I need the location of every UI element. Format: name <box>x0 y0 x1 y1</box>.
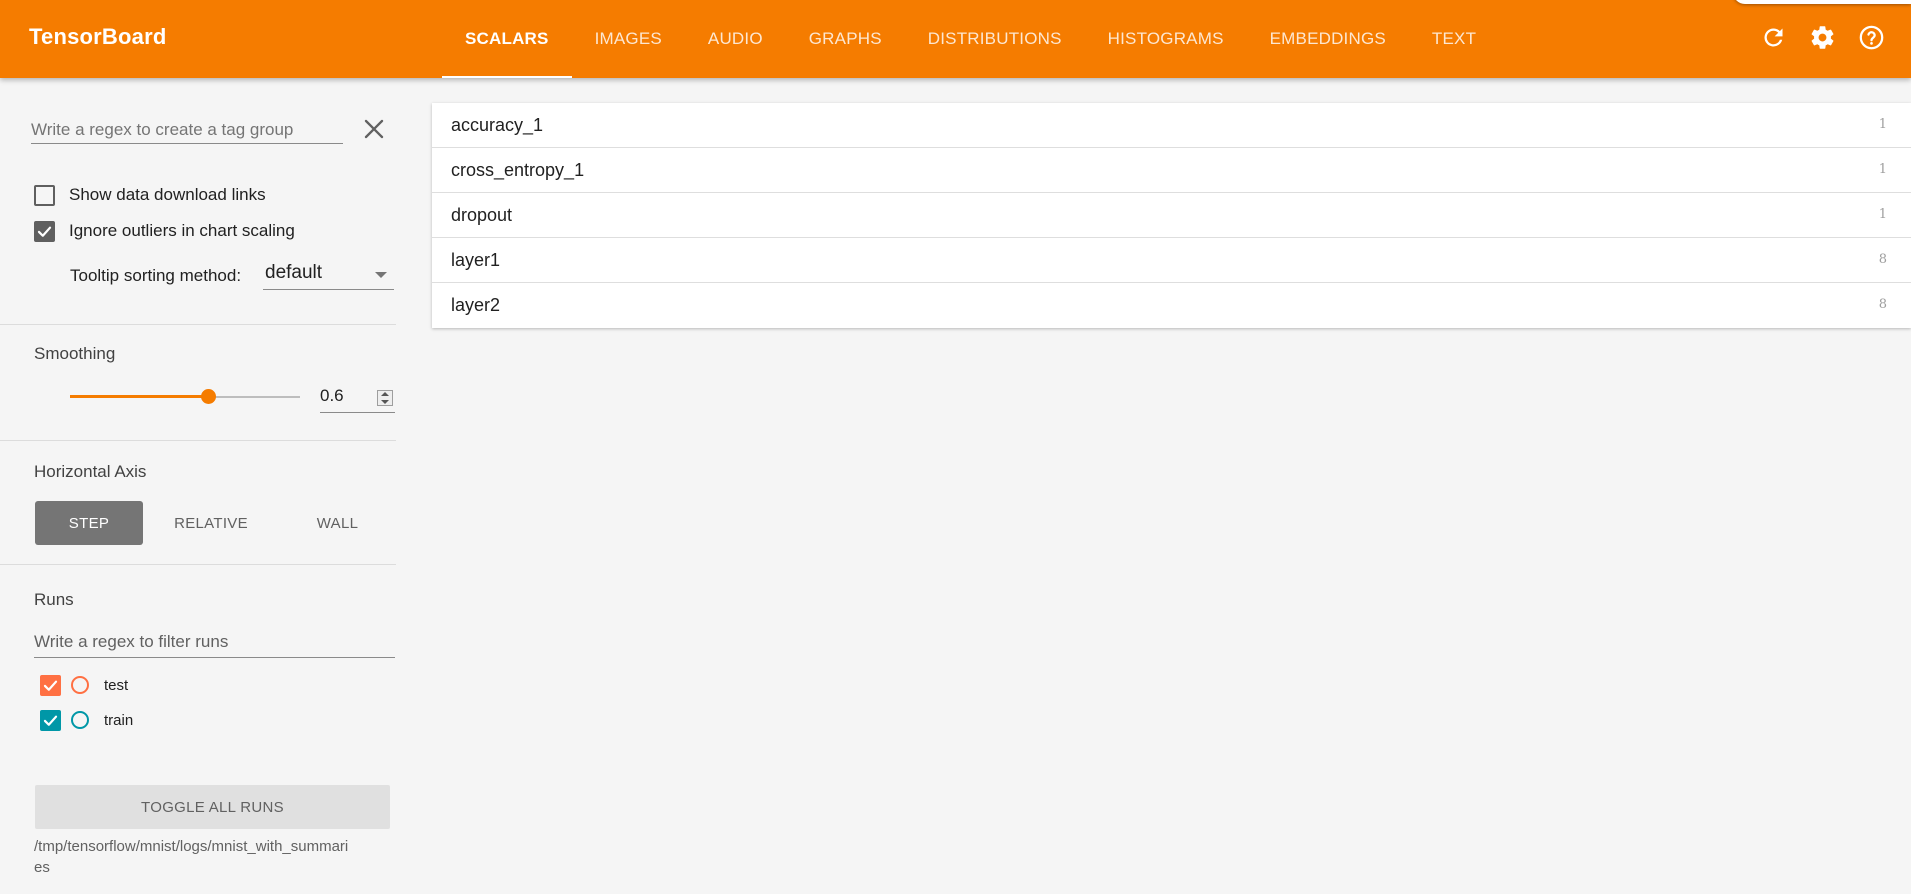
tab-label: HISTOGRAMS <box>1107 29 1224 48</box>
tab-audio[interactable]: AUDIO <box>685 0 786 78</box>
tag-group-name: accuracy_1 <box>451 115 544 135</box>
settings-icon <box>1811 25 1833 49</box>
refresh-button[interactable] <box>1758 22 1788 52</box>
tag-group-row[interactable]: dropout 1 <box>432 193 1911 238</box>
smoothing-slider[interactable] <box>70 385 300 409</box>
tab-label: AUDIO <box>707 29 763 48</box>
runs-title: Runs <box>34 590 74 609</box>
slider-fill <box>70 395 208 398</box>
tag-group-count: 8 <box>1878 297 1887 312</box>
section-divider <box>0 324 396 325</box>
tab-label: SCALARS <box>465 29 549 48</box>
axis-relative-button[interactable]: RELATIVE <box>143 501 279 545</box>
tab-label: DISTRIBUTIONS <box>927 29 1062 48</box>
run-train-checkbox[interactable] <box>40 709 61 731</box>
horizontal-axis-title: Horizontal Axis <box>34 462 147 481</box>
run-train-color-radio[interactable] <box>71 711 89 729</box>
close-icon <box>364 119 384 139</box>
tag-group-regex-input[interactable] <box>31 116 343 144</box>
slider-knob[interactable] <box>201 389 216 404</box>
tab-text[interactable]: TEXT <box>1409 0 1499 78</box>
smoothing-title: Smoothing <box>34 344 116 363</box>
tag-group-name: layer2 <box>451 295 501 315</box>
run-test-checkbox[interactable] <box>40 674 61 696</box>
checkmark-icon <box>43 680 58 691</box>
ignore-outliers-row[interactable]: Ignore outliers in chart scaling <box>34 218 295 244</box>
help-icon <box>1859 25 1883 49</box>
axis-wall-button[interactable]: WALL <box>279 501 396 545</box>
run-test-label: test <box>104 676 129 694</box>
smoothing-value: 0.6 <box>320 386 344 405</box>
toggle-all-runs-button[interactable]: TOGGLE ALL RUNS <box>35 785 390 829</box>
axis-step-button[interactable]: STEP <box>35 501 143 545</box>
ignore-outliers-checkbox[interactable] <box>34 220 55 242</box>
tag-group-count: 1 <box>1878 117 1887 132</box>
tooltip-sorting-label: Tooltip sorting method: <box>70 266 242 285</box>
dashboard-tabs: SCALARS IMAGES AUDIO GRAPHS DISTRIBUTION… <box>442 0 1499 78</box>
tag-group-row[interactable]: cross_entropy_1 1 <box>432 148 1911 193</box>
checkmark-icon <box>43 715 58 726</box>
tag-group-name: layer1 <box>451 250 501 270</box>
clear-tag-filter-button[interactable] <box>361 116 387 142</box>
tag-group-count: 1 <box>1878 207 1887 222</box>
show-download-links-row[interactable]: Show data download links <box>34 182 266 208</box>
sidebar: Show data download links Ignore outliers… <box>0 78 396 894</box>
tag-group-name: cross_entropy_1 <box>451 160 585 180</box>
section-divider <box>0 440 396 441</box>
tab-distributions[interactable]: DISTRIBUTIONS <box>905 0 1085 78</box>
runs-regex-input[interactable] <box>34 626 395 658</box>
app-title: TensorBoard <box>29 24 167 49</box>
log-directory-path: /tmp/tensorflow/mnist/logs/mnist_with_su… <box>34 838 349 876</box>
tag-group-count: 1 <box>1878 162 1887 177</box>
horizontal-axis-selector: STEP RELATIVE WALL <box>35 501 396 545</box>
top-app-bar: TensorBoard SCALARS IMAGES AUDIO GRAPHS … <box>0 0 1911 78</box>
section-divider <box>0 564 396 565</box>
help-button[interactable] <box>1856 22 1886 52</box>
run-row-test[interactable]: test <box>40 673 128 697</box>
tab-images[interactable]: IMAGES <box>572 0 685 78</box>
show-download-links-checkbox[interactable] <box>34 184 55 206</box>
tab-label: IMAGES <box>594 29 662 48</box>
tab-embeddings[interactable]: EMBEDDINGS <box>1247 0 1409 78</box>
spinner-arrows-icon[interactable] <box>377 390 393 406</box>
tooltip-sorting-dropdown[interactable]: default <box>263 260 394 290</box>
smoothing-value-input[interactable]: 0.6 <box>320 383 395 413</box>
tab-label: GRAPHS <box>808 29 882 48</box>
tab-label: TEXT <box>1431 29 1477 48</box>
tag-group-count: 8 <box>1878 252 1887 267</box>
run-row-train[interactable]: train <box>40 708 133 732</box>
refresh-icon <box>1764 28 1782 46</box>
ignore-outliers-label: Ignore outliers in chart scaling <box>69 221 295 240</box>
tag-group-row[interactable]: layer2 8 <box>432 283 1911 328</box>
tab-graphs[interactable]: GRAPHS <box>786 0 905 78</box>
tooltip-sorting-value: default <box>265 262 323 283</box>
tag-group-row[interactable]: layer1 8 <box>432 238 1911 283</box>
tag-group-list: accuracy_1 1 cross_entropy_1 1 dropout 1… <box>432 103 1911 328</box>
tag-group-name: dropout <box>451 205 513 225</box>
run-test-color-radio[interactable] <box>71 676 89 694</box>
tab-label: EMBEDDINGS <box>1269 29 1386 48</box>
tag-group-row[interactable]: accuracy_1 1 <box>432 103 1911 148</box>
tab-histograms[interactable]: HISTOGRAMS <box>1085 0 1247 78</box>
overlay-corner-tab <box>1733 0 1911 4</box>
dropdown-arrow-icon <box>375 272 387 278</box>
run-train-label: train <box>104 711 134 729</box>
tab-scalars[interactable]: SCALARS <box>442 0 572 78</box>
settings-button[interactable] <box>1807 22 1837 52</box>
show-download-links-label: Show data download links <box>69 185 266 204</box>
checkmark-icon <box>37 226 52 237</box>
